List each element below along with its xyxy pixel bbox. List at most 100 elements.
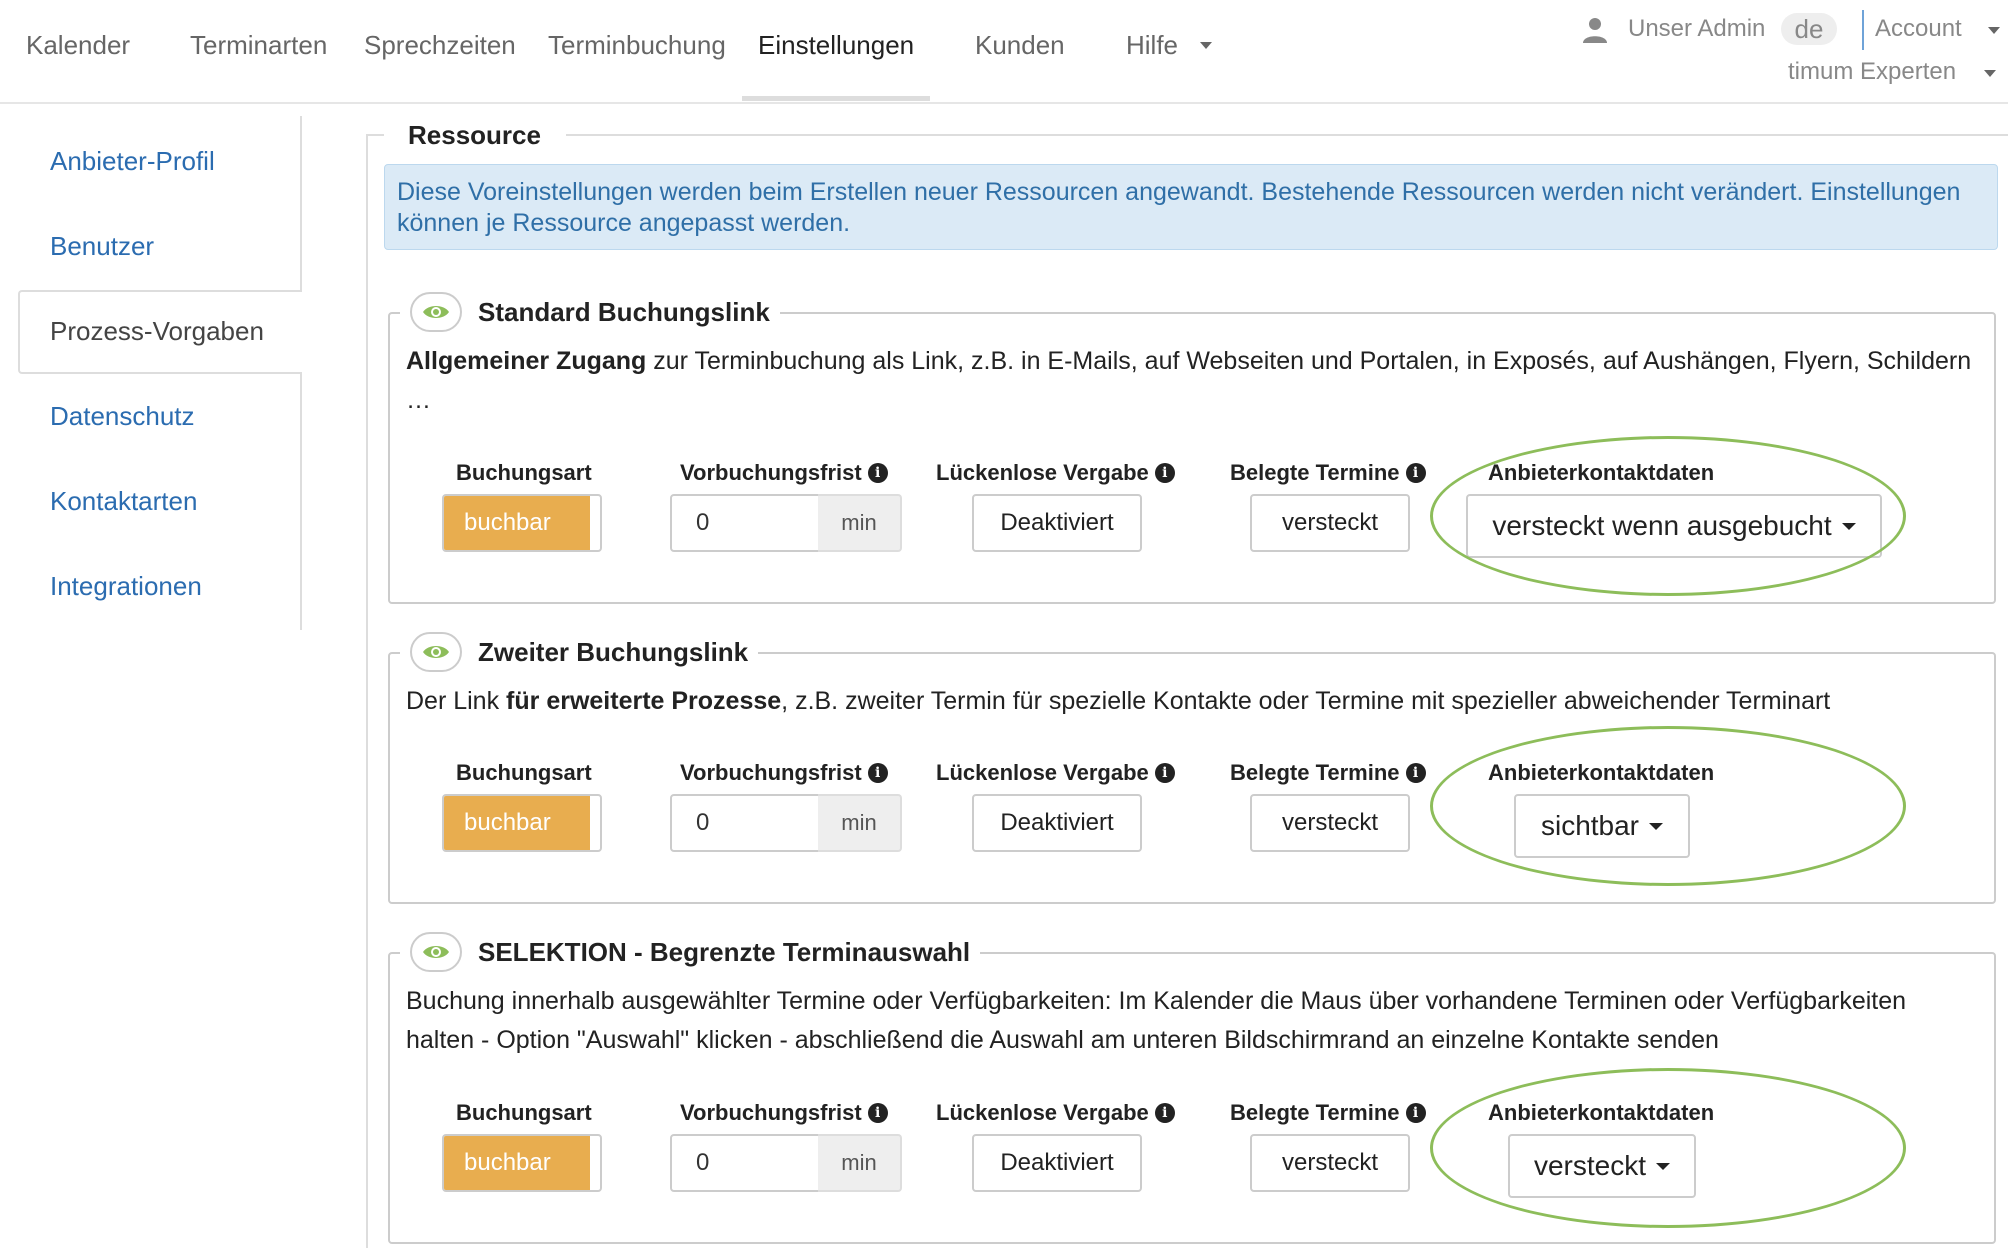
info-icon[interactable]: i xyxy=(1405,463,1426,483)
label-text: Belegte Termine xyxy=(1230,460,1400,485)
language-badge[interactable]: de xyxy=(1781,13,1837,45)
belegte-termine-button[interactable]: versteckt xyxy=(1250,494,1410,552)
visibility-toggle[interactable] xyxy=(410,292,462,332)
vorbuchungsfrist-group: min xyxy=(670,494,902,552)
card-selektion: SELEKTION - Begrenzte Terminauswahl Buch… xyxy=(388,930,1996,1244)
tab-terminbuchung[interactable]: Terminbuchung xyxy=(548,30,726,61)
label-belegte-termine: Belegte Termine i xyxy=(1230,1100,1426,1126)
label-belegte-termine: Belegte Termine i xyxy=(1230,460,1426,486)
label-text: Anbieterkontaktdaten xyxy=(1488,760,1715,785)
account-chevron-down-icon[interactable] xyxy=(1988,27,2000,34)
belegte-termine-button[interactable]: versteckt xyxy=(1250,794,1410,852)
card-legend: Standard Buchungslink xyxy=(400,290,780,334)
info-icon[interactable]: i xyxy=(867,763,888,783)
lueckenlose-vergabe-button[interactable]: Deaktiviert xyxy=(972,494,1142,552)
dropdown-value: sichtbar xyxy=(1540,810,1640,841)
divider xyxy=(1862,10,1864,50)
label-text: Buchungsart xyxy=(456,760,592,785)
dropdown-value: versteckt wenn ausgebucht xyxy=(1492,510,1832,541)
card-title: SELEKTION - Begrenzte Terminauswahl xyxy=(478,936,971,967)
vorbuchungsfrist-input[interactable] xyxy=(670,794,820,852)
unit-addon: min xyxy=(818,794,902,852)
sidebar-item-kontaktarten[interactable]: Kontaktarten xyxy=(50,486,197,517)
card-description-bold: für erweiterte Prozesse xyxy=(506,687,782,715)
anbieterkontaktdaten-dropdown[interactable]: sichtbar xyxy=(1514,794,1690,858)
visibility-toggle[interactable] xyxy=(410,632,462,672)
tab-terminarten[interactable]: Terminarten xyxy=(190,30,327,61)
info-alert-text: Diese Voreinstellungen werden beim Erste… xyxy=(397,178,1961,237)
org-chevron-down-icon[interactable] xyxy=(1984,70,1996,77)
label-text: Lückenlose Vergabe xyxy=(936,460,1149,485)
label-vorbuchungsfrist: Vorbuchungsfrist i xyxy=(680,1100,888,1126)
card-description: Der Link für erweiterte Prozesse, z.B. z… xyxy=(406,682,1976,721)
label-lueckenlose-vergabe: Lückenlose Vergabe i xyxy=(936,460,1175,486)
section-title: Ressource xyxy=(408,120,541,150)
lueckenlose-vergabe-button[interactable]: Deaktiviert xyxy=(972,794,1142,852)
info-icon[interactable]: i xyxy=(1154,463,1175,483)
buchungsart-button[interactable]: buchbar xyxy=(442,794,602,852)
visibility-toggle[interactable] xyxy=(410,932,462,972)
label-anbieterkontaktdaten: Anbieterkontaktdaten xyxy=(1488,1100,1714,1126)
caret-down-icon xyxy=(1841,522,1856,530)
tab-sprechzeiten[interactable]: Sprechzeiten xyxy=(364,30,516,61)
card-description-text: , z.B. zweiter Termin für spezielle Kont… xyxy=(781,687,1831,715)
eye-icon xyxy=(423,646,449,658)
sidebar-item-datenschutz[interactable]: Datenschutz xyxy=(50,401,195,432)
card-description: Allgemeiner Zugang zur Terminbuchung als… xyxy=(406,342,1976,420)
label-buchungsart: Buchungsart xyxy=(456,460,592,486)
buchungsart-value: buchbar xyxy=(444,1136,590,1190)
lueckenlose-vergabe-button[interactable]: Deaktiviert xyxy=(972,1134,1142,1192)
card-legend: SELEKTION - Begrenzte Terminauswahl xyxy=(400,930,981,974)
label-text: Vorbuchungsfrist xyxy=(680,1100,862,1125)
sidebar-border xyxy=(300,370,302,630)
tab-hilfe[interactable]: Hilfe xyxy=(1126,30,1178,61)
vorbuchungsfrist-input[interactable] xyxy=(670,494,820,552)
info-icon[interactable]: i xyxy=(1154,763,1175,783)
info-icon[interactable]: i xyxy=(1405,1103,1426,1123)
label-text: Buchungsart xyxy=(456,1100,592,1125)
info-icon[interactable]: i xyxy=(1405,763,1426,783)
card-legend: Zweiter Buchungslink xyxy=(400,630,759,674)
anbieterkontaktdaten-dropdown[interactable]: versteckt wenn ausgebucht xyxy=(1466,494,1882,558)
sidebar-item-prozess-vorgaben[interactable]: Prozess-Vorgaben xyxy=(50,316,264,347)
fieldset-border xyxy=(566,134,2008,136)
hilfe-chevron-down-icon[interactable] xyxy=(1200,42,1212,49)
fieldset-border xyxy=(366,134,384,136)
card-description-text: Der Link xyxy=(406,687,507,715)
buchungsart-button[interactable]: buchbar xyxy=(442,1134,602,1192)
label-buchungsart: Buchungsart xyxy=(456,1100,592,1126)
label-belegte-termine: Belegte Termine i xyxy=(1230,760,1426,786)
active-tab-indicator xyxy=(742,96,930,101)
tab-kunden[interactable]: Kunden xyxy=(975,30,1065,61)
tab-kalender[interactable]: Kalender xyxy=(26,30,130,61)
sidebar-item-benutzer[interactable]: Benutzer xyxy=(50,231,154,262)
eye-icon xyxy=(423,306,449,318)
user-name[interactable]: Unser Admin xyxy=(1628,15,1765,43)
info-icon[interactable]: i xyxy=(867,463,888,483)
card-zweiter-buchungslink: Zweiter Buchungslink Der Link für erweit… xyxy=(388,630,1996,904)
info-icon[interactable]: i xyxy=(867,1103,888,1123)
tab-einstellungen[interactable]: Einstellungen xyxy=(758,30,914,61)
vorbuchungsfrist-group: min xyxy=(670,1134,902,1192)
organization-selector[interactable]: timum Experten xyxy=(1788,58,1956,86)
dropdown-value: versteckt xyxy=(1533,1150,1647,1181)
anbieterkontaktdaten-dropdown[interactable]: versteckt xyxy=(1508,1134,1696,1198)
vorbuchungsfrist-input[interactable] xyxy=(670,1134,820,1192)
unit-addon: min xyxy=(818,1134,902,1192)
card-standard-buchungslink: Standard Buchungslink Allgemeiner Zugang… xyxy=(388,290,1996,604)
card-description: Buchung innerhalb ausgewählter Termine o… xyxy=(406,987,1907,1054)
belegte-termine-button[interactable]: versteckt xyxy=(1250,1134,1410,1192)
label-lueckenlose-vergabe: Lückenlose Vergabe i xyxy=(936,760,1175,786)
label-lueckenlose-vergabe: Lückenlose Vergabe i xyxy=(936,1100,1175,1126)
label-text: Vorbuchungsfrist xyxy=(680,760,862,785)
sidebar-border xyxy=(300,116,302,290)
label-text: Buchungsart xyxy=(456,460,592,485)
account-menu[interactable]: Account xyxy=(1875,15,1962,43)
sidebar-item-integrationen[interactable]: Integrationen xyxy=(50,571,202,602)
info-icon[interactable]: i xyxy=(1154,1103,1175,1123)
label-anbieterkontaktdaten: Anbieterkontaktdaten xyxy=(1488,760,1714,786)
buchungsart-button[interactable]: buchbar xyxy=(442,494,602,552)
sidebar-item-anbieter-profil[interactable]: Anbieter-Profil xyxy=(50,146,215,177)
label-anbieterkontaktdaten: Anbieterkontaktdaten xyxy=(1488,460,1714,486)
buchungsart-value: buchbar xyxy=(444,796,590,850)
